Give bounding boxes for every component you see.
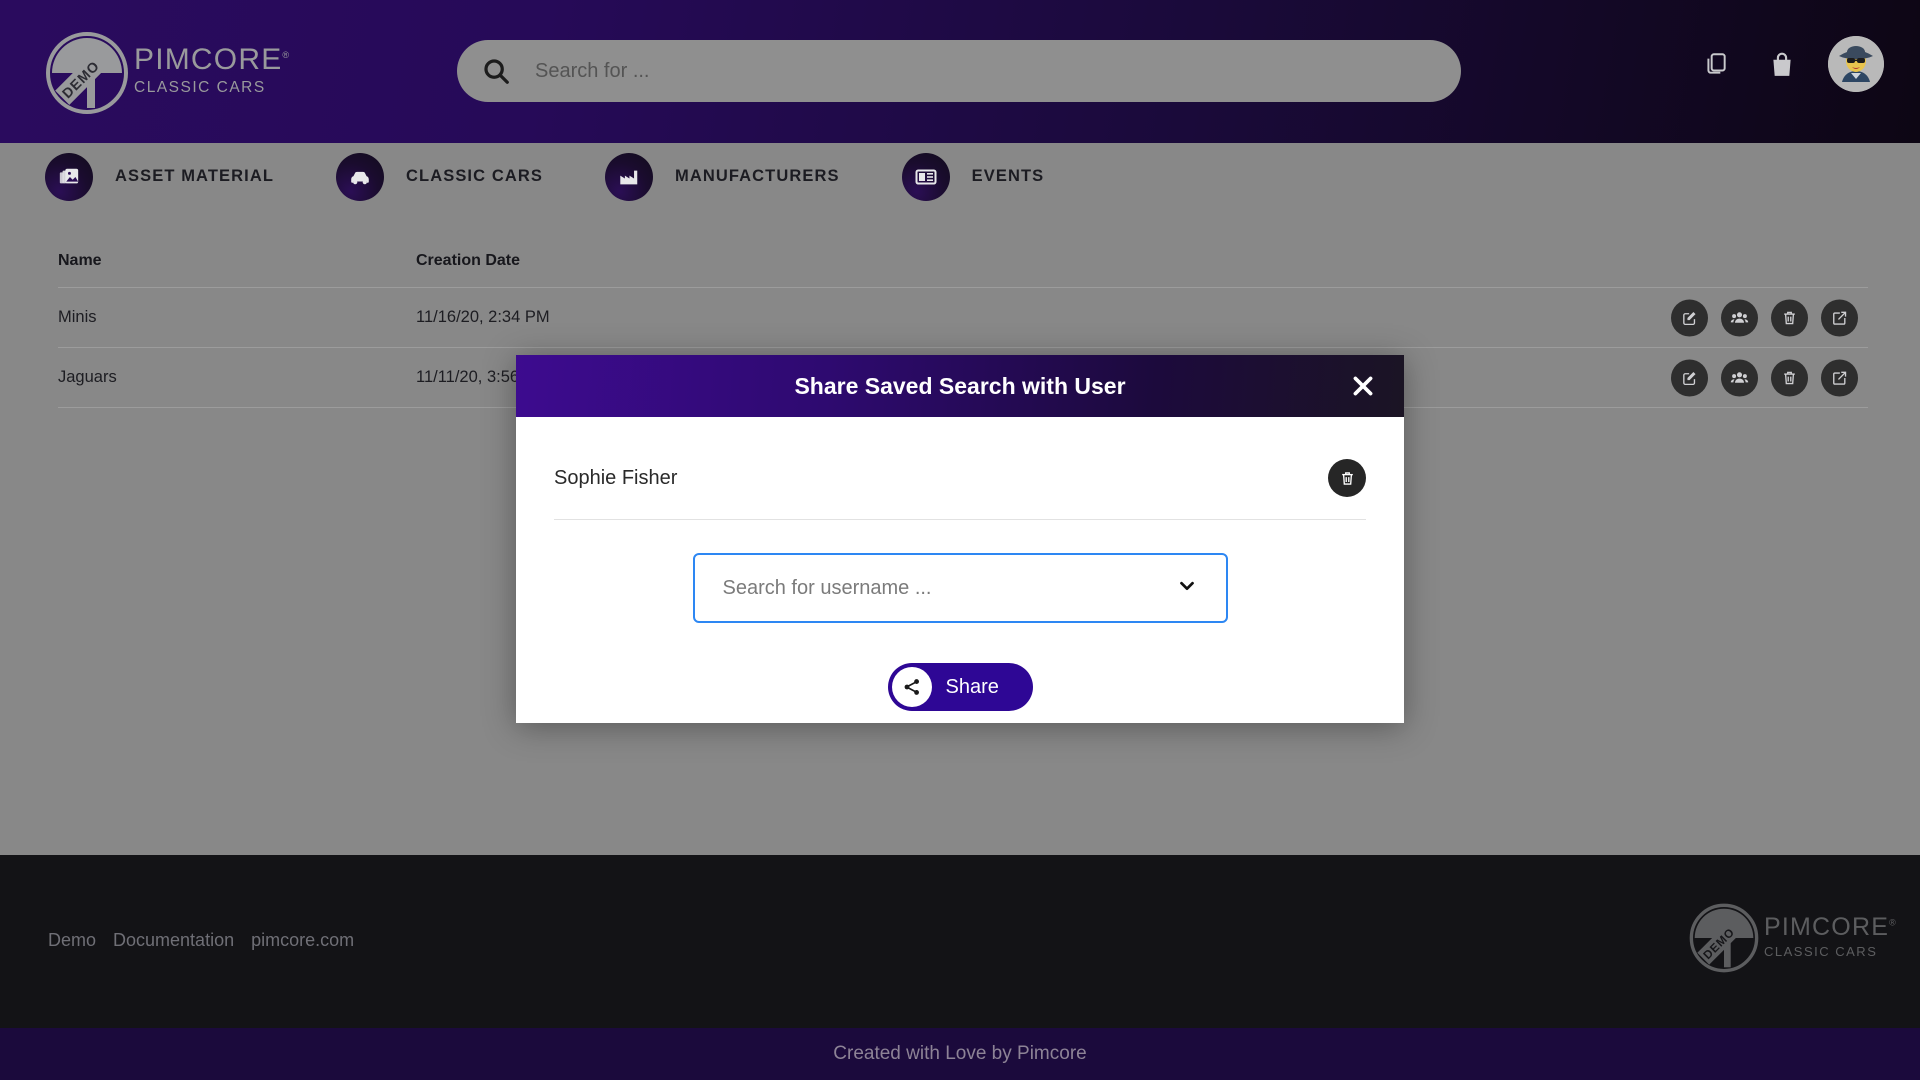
brand-tagline: CLASSIC CARS	[1764, 943, 1878, 959]
app-root: DEMO PIMCORE® CLASSIC CARS Search for ..…	[0, 0, 1920, 1080]
chevron-down-icon	[1176, 575, 1198, 602]
delete-icon[interactable]	[1771, 299, 1808, 336]
footer-link-demo[interactable]: Demo	[48, 930, 96, 951]
modal-footer: Share	[554, 663, 1366, 711]
share-nodes-icon	[891, 667, 932, 707]
brand-name: PIMCORE	[1764, 912, 1890, 941]
footer-link-pimcore-com[interactable]: pimcore.com	[251, 930, 354, 951]
newspaper-icon	[901, 152, 950, 201]
nav-item-manufacturers[interactable]: MANUFACTURERS	[604, 152, 862, 201]
open-external-icon[interactable]	[1821, 299, 1858, 336]
brand-wordmark: PIMCORE® CLASSIC CARS	[134, 45, 290, 100]
shared-user-row: Sophie Fisher	[554, 459, 1366, 520]
cell-name: Minis	[58, 308, 97, 326]
shared-user-name: Sophie Fisher	[554, 466, 678, 489]
close-icon[interactable]	[1346, 369, 1380, 403]
brand-logo[interactable]: DEMO PIMCORE® CLASSIC CARS	[44, 20, 289, 125]
registered-mark: ®	[1889, 917, 1897, 928]
modal-body: Sophie Fisher Search for username ... Sh…	[516, 417, 1404, 711]
footer-link-documentation[interactable]: Documentation	[113, 930, 234, 951]
factory-icon	[604, 152, 653, 201]
brand-tagline: CLASSIC CARS	[134, 79, 266, 97]
registered-mark: ®	[282, 50, 291, 61]
search-icon	[457, 56, 535, 86]
footer-links: Demo Documentation pimcore.com	[48, 930, 354, 951]
column-header-creation-date: Creation Date	[416, 252, 521, 269]
brand-wordmark: PIMCORE® CLASSIC CARS	[1764, 912, 1897, 962]
username-select[interactable]: Search for username ...	[692, 553, 1228, 623]
bottom-credit-bar: Created with Love by Pimcore	[0, 1028, 1920, 1080]
delete-icon[interactable]	[1771, 359, 1808, 396]
share-button-label: Share	[945, 675, 999, 698]
nav-label: EVENTS	[971, 167, 1045, 185]
copy-layers-icon[interactable]	[1696, 44, 1736, 84]
top-header: DEMO PIMCORE® CLASSIC CARS	[0, 0, 1920, 143]
nav-label: MANUFACTURERS	[674, 167, 840, 185]
brand-name: PIMCORE	[134, 43, 283, 77]
category-navbar: ASSET MATERIAL CLASSIC CARS MANUFACTURER…	[0, 143, 1920, 210]
car-icon	[336, 152, 385, 201]
modal-header: Share Saved Search with User	[516, 355, 1404, 417]
nav-label: ASSET MATERIAL	[115, 167, 275, 185]
footer-brand-logo: DEMO PIMCORE® CLASSIC CARS	[1688, 888, 1896, 988]
nav-item-events[interactable]: EVENTS	[901, 152, 1067, 201]
table-row[interactable]: Minis 11/16/20, 2:34 PM	[58, 288, 1868, 348]
image-gallery-icon	[45, 152, 93, 201]
nav-item-classic-cars[interactable]: CLASSIC CARS	[336, 152, 565, 201]
search-input[interactable]	[535, 59, 1461, 83]
shopping-bag-icon[interactable]	[1762, 44, 1802, 84]
edit-icon[interactable]	[1671, 299, 1708, 336]
cell-creation-date: 11/16/20, 2:34 PM	[416, 308, 550, 326]
credit-text: Created with Love by Pimcore	[833, 1043, 1087, 1064]
pimcore-logo-mark: DEMO	[44, 30, 130, 116]
table-header: Name Creation Date	[58, 252, 1868, 288]
nav-label: CLASSIC CARS	[406, 167, 543, 185]
row-actions	[1671, 359, 1858, 396]
pimcore-logo-mark: DEMO	[1688, 902, 1760, 974]
row-actions	[1671, 299, 1858, 336]
share-users-icon[interactable]	[1721, 299, 1758, 336]
avatar[interactable]	[1828, 36, 1884, 92]
share-users-icon[interactable]	[1721, 359, 1758, 396]
column-header-name: Name	[58, 252, 102, 269]
cell-name: Jaguars	[58, 368, 117, 386]
nav-item-asset-material[interactable]: ASSET MATERIAL	[45, 152, 296, 201]
global-search-bar[interactable]	[457, 40, 1461, 102]
edit-icon[interactable]	[1671, 359, 1708, 396]
header-actions	[1696, 36, 1884, 92]
share-saved-search-modal: Share Saved Search with User Sophie Fish…	[516, 355, 1404, 723]
share-button[interactable]: Share	[887, 663, 1033, 711]
open-external-icon[interactable]	[1821, 359, 1858, 396]
delete-icon[interactable]	[1328, 459, 1366, 497]
modal-title: Share Saved Search with User	[794, 372, 1126, 399]
username-select-placeholder: Search for username ...	[722, 576, 932, 599]
